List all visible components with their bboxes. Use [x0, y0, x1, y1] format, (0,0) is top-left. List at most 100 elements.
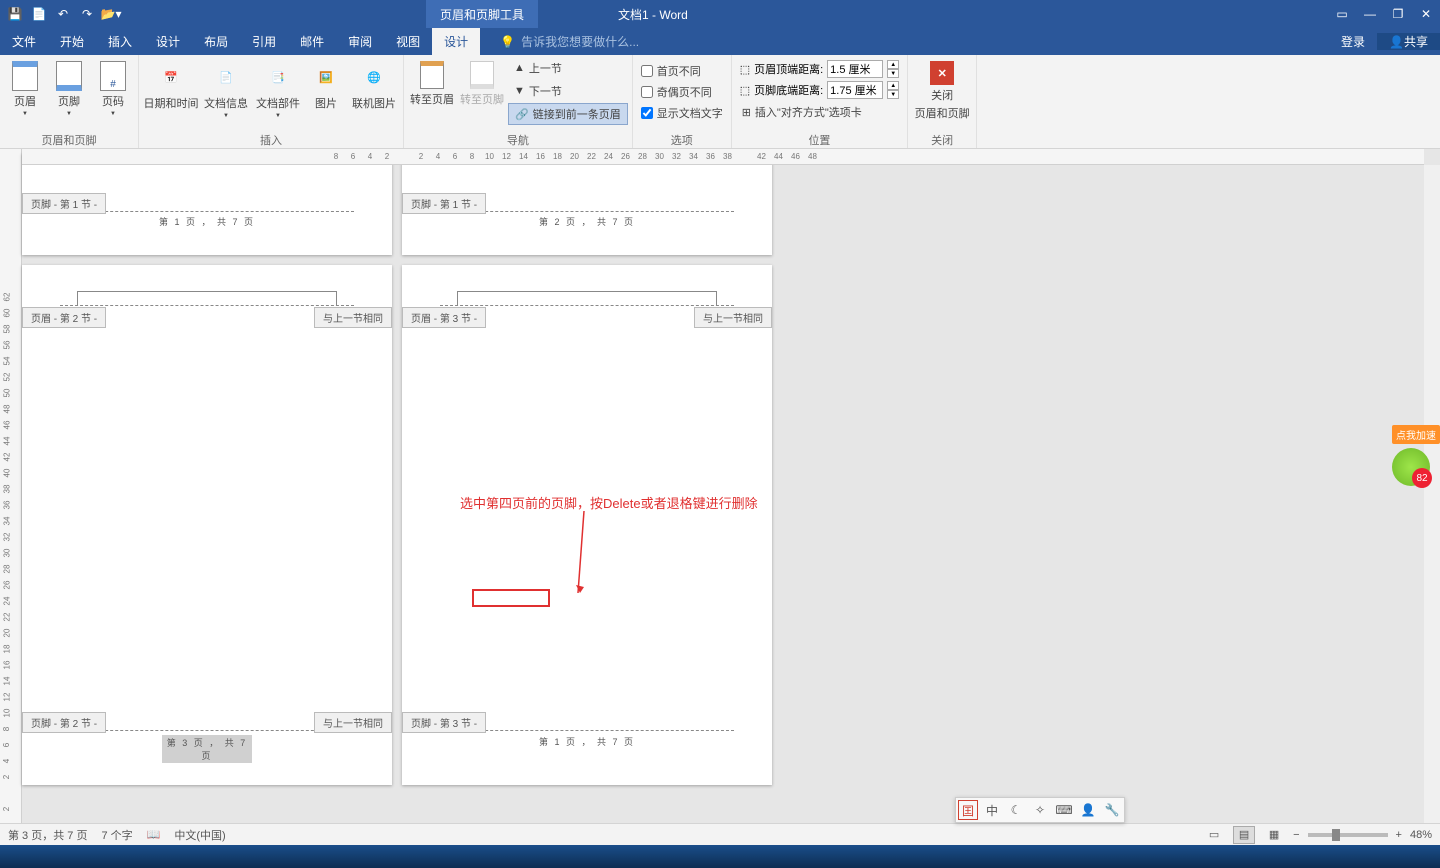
contextual-tab-label: 页眉和页脚工具: [426, 0, 538, 28]
share-icon: 👤: [1389, 35, 1404, 49]
link-previous-button[interactable]: 🔗链接到前一条页眉: [508, 103, 628, 125]
status-page[interactable]: 第 3 页，共 7 页: [8, 827, 87, 843]
group-label: 关闭: [912, 132, 972, 148]
insert-align-tab-button[interactable]: ⊞插入"对齐方式"选项卡: [736, 101, 903, 123]
same-as-prev-tag: 与上一节相同: [314, 712, 392, 733]
zoom-level[interactable]: 48%: [1410, 829, 1432, 841]
page-2[interactable]: 页脚 - 第 1 节 - 第 2 页 ， 共 7 页: [402, 153, 772, 255]
group-navigation: 转至页眉 转至页脚 ▲上一节 ▼下一节 🔗链接到前一条页眉 导航: [404, 55, 633, 148]
zoom-slider[interactable]: [1308, 833, 1388, 837]
save-icon[interactable]: 💾: [4, 3, 26, 25]
tab-hf-design[interactable]: 设计: [432, 28, 480, 55]
view-print-button[interactable]: ▤: [1233, 826, 1255, 844]
spin-up-icon[interactable]: ▲: [887, 60, 899, 69]
page-1[interactable]: 页脚 - 第 1 节 - 第 1 页 ， 共 7 页: [22, 153, 392, 255]
close-icon[interactable]: ✕: [1412, 0, 1440, 28]
same-as-prev-tag: 与上一节相同: [314, 307, 392, 328]
group-label: 位置: [736, 132, 903, 148]
undo-icon[interactable]: ↶: [52, 3, 74, 25]
float-btn-1[interactable]: 囯: [958, 800, 978, 820]
spin-up-icon[interactable]: ▲: [887, 81, 899, 90]
page-number-button[interactable]: #页码▼: [92, 57, 134, 117]
page-3[interactable]: 页眉 - 第 2 节 - 与上一节相同 页脚 - 第 2 节 - 与上一节相同 …: [22, 265, 392, 785]
show-doc-text-checkbox[interactable]: 显示文档文字: [637, 103, 727, 123]
proofing-icon[interactable]: 📖: [147, 828, 161, 841]
login-button[interactable]: 登录: [1329, 33, 1377, 50]
header-button[interactable]: 页眉▼: [4, 57, 46, 117]
picture-button[interactable]: 🖼️图片: [305, 57, 347, 111]
open-icon[interactable]: 📂▾: [100, 3, 122, 25]
tab-insert[interactable]: 插入: [96, 28, 144, 55]
close-hf-button[interactable]: ✕ 关闭页眉和页脚: [912, 57, 972, 121]
vertical-scrollbar[interactable]: [1424, 165, 1440, 835]
float-btn-4[interactable]: ✧: [1030, 800, 1050, 820]
share-button[interactable]: 👤共享: [1377, 33, 1440, 50]
goto-footer-button[interactable]: 转至页脚: [458, 57, 506, 107]
tab-references[interactable]: 引用: [240, 28, 288, 55]
status-language[interactable]: 中文(中国): [174, 827, 225, 843]
footer-button[interactable]: 页脚▼: [48, 57, 90, 117]
vertical-ruler[interactable]: 6260585654525048464442403836343230282624…: [0, 149, 22, 835]
tab-mailings[interactable]: 邮件: [288, 28, 336, 55]
redo-icon[interactable]: ↷: [76, 3, 98, 25]
spin-down-icon[interactable]: ▼: [887, 90, 899, 99]
content-frame: [77, 291, 337, 305]
tab-view[interactable]: 视图: [384, 28, 432, 55]
datetime-button[interactable]: 📅日期和时间: [143, 57, 199, 111]
moon-icon[interactable]: ☾: [1006, 800, 1026, 820]
diff-odd-even-checkbox[interactable]: 奇偶页不同: [637, 82, 727, 102]
footer-bottom-spinner[interactable]: ⬚页脚底端距离:▲▼: [736, 80, 903, 100]
calendar-icon: 📅: [155, 61, 187, 93]
footer-bottom-input[interactable]: [827, 81, 883, 99]
page-number-text: 第 2 页 ， 共 7 页: [402, 215, 772, 228]
page-number-icon: #: [100, 61, 126, 91]
status-bar: 第 3 页，共 7 页 7 个字 📖 中文(中国) ▭ ▤ ▦ − + 48%: [0, 823, 1440, 845]
zoom-in-button[interactable]: +: [1396, 829, 1402, 841]
side-accelerator-widget[interactable]: 点我加速 82: [1392, 425, 1440, 486]
side-widget-label: 点我加速: [1392, 425, 1440, 444]
docinfo-button[interactable]: 📄文档信息▼: [201, 57, 251, 119]
zoom-out-button[interactable]: −: [1293, 829, 1299, 841]
new-icon[interactable]: 📄: [28, 3, 50, 25]
side-widget-badge: 82: [1412, 468, 1432, 488]
next-section-button[interactable]: ▼下一节: [508, 80, 628, 102]
header-top-spinner[interactable]: ⬚页眉顶端距离:▲▼: [736, 59, 903, 79]
docparts-button[interactable]: 📑文档部件▼: [253, 57, 303, 119]
tab-home[interactable]: 开始: [48, 28, 96, 55]
status-words[interactable]: 7 个字: [101, 827, 132, 843]
online-picture-button[interactable]: 🌐联机图片: [349, 57, 399, 111]
chevron-down-icon: ▼: [110, 111, 116, 117]
page-number-selected[interactable]: 第 3 页 ， 共 7 页: [162, 735, 252, 763]
page-number-text: 第 1 页 ， 共 7 页: [402, 735, 772, 748]
minimize-icon[interactable]: —: [1356, 0, 1384, 28]
group-label: 导航: [408, 132, 628, 148]
wrench-icon[interactable]: 🔧: [1102, 800, 1122, 820]
footer-tag: 页脚 - 第 1 节 -: [22, 193, 106, 214]
diff-first-checkbox[interactable]: 首页不同: [637, 61, 727, 81]
spin-down-icon[interactable]: ▼: [887, 69, 899, 78]
goto-header-icon: [420, 61, 444, 89]
tell-me-box[interactable]: 💡 告诉我您想要做什么...: [500, 33, 639, 50]
side-widget-blob: 82: [1392, 448, 1430, 486]
tab-layout[interactable]: 布局: [192, 28, 240, 55]
maximize-icon[interactable]: ❐: [1384, 0, 1412, 28]
windows-taskbar[interactable]: [0, 845, 1440, 868]
goto-header-button[interactable]: 转至页眉: [408, 57, 456, 107]
float-lang-button[interactable]: 中: [982, 800, 1002, 820]
document-title: 文档1 - Word: [618, 6, 688, 23]
view-web-button[interactable]: ▦: [1263, 826, 1285, 844]
header-top-input[interactable]: [827, 60, 883, 78]
horizontal-ruler[interactable]: 8642246810121416182022242628303234363842…: [22, 149, 1424, 165]
person-icon[interactable]: 👤: [1078, 800, 1098, 820]
tab-file[interactable]: 文件: [0, 28, 48, 55]
view-read-button[interactable]: ▭: [1203, 826, 1225, 844]
prev-section-button[interactable]: ▲上一节: [508, 57, 628, 79]
ribbon-options-icon[interactable]: ▭: [1328, 0, 1356, 28]
keyboard-icon[interactable]: ⌨: [1054, 800, 1074, 820]
floating-toolbar: 囯 中 ☾ ✧ ⌨ 👤 🔧: [955, 797, 1125, 823]
tab-design[interactable]: 设计: [144, 28, 192, 55]
content-frame: [457, 291, 717, 305]
quick-access-toolbar: 💾 📄 ↶ ↷ 📂▾: [0, 3, 126, 25]
group-insert: 📅日期和时间 📄文档信息▼ 📑文档部件▼ 🖼️图片 🌐联机图片 插入: [139, 55, 404, 148]
tab-review[interactable]: 审阅: [336, 28, 384, 55]
